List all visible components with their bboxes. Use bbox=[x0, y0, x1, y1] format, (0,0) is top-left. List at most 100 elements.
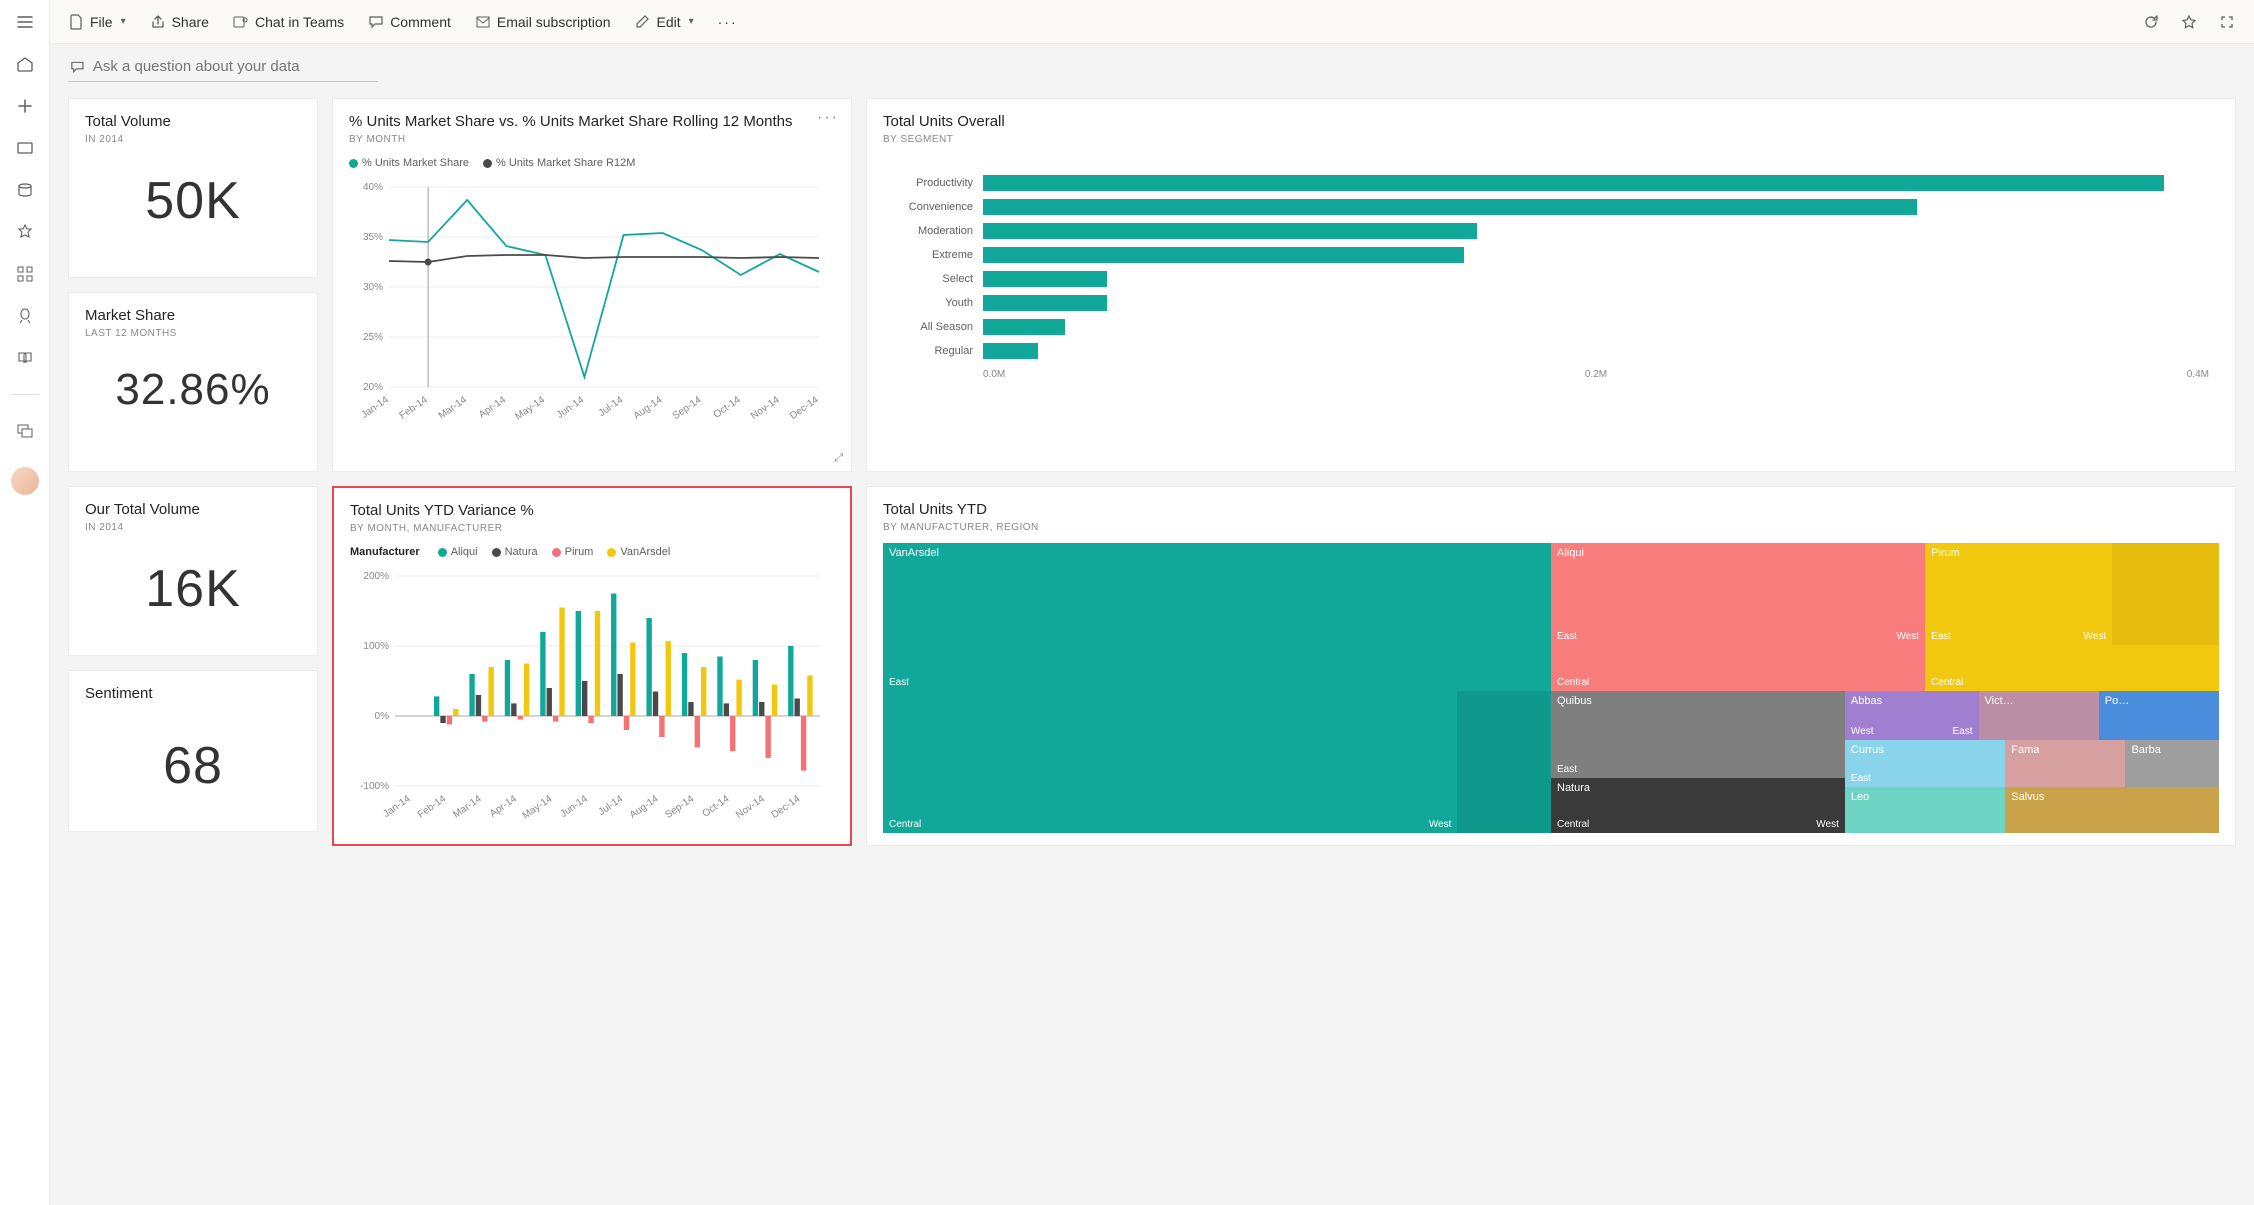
svg-text:Mar-14: Mar-14 bbox=[451, 793, 484, 820]
treemap-cell[interactable]: CentralWest bbox=[883, 691, 1457, 833]
svg-text:Dec-14: Dec-14 bbox=[770, 793, 803, 821]
svg-text:Jun-14: Jun-14 bbox=[555, 394, 587, 421]
action-bar: File ▾ Share Chat in Teams Comment Email… bbox=[50, 0, 2254, 44]
tile-hbar-chart[interactable]: Total Units Overall BY SEGMENT Productiv… bbox=[866, 98, 2236, 472]
hbar-label: Regular bbox=[883, 345, 973, 357]
treemap-cell[interactable]: Central bbox=[1551, 645, 1925, 691]
chart-title: % Units Market Share vs. % Units Market … bbox=[349, 113, 835, 130]
tile-menu-icon[interactable]: ··· bbox=[817, 109, 839, 127]
svg-text:Jan-14: Jan-14 bbox=[381, 793, 413, 820]
treemap-cell[interactable] bbox=[2112, 543, 2219, 645]
treemap-cell[interactable]: AliquiEastWest bbox=[1551, 543, 1925, 645]
svg-text:Aug-14: Aug-14 bbox=[632, 394, 665, 422]
axis-tick: 0.2M bbox=[1585, 369, 1607, 380]
deployment-icon[interactable] bbox=[15, 306, 35, 326]
axis-tick: 0.0M bbox=[983, 369, 1005, 380]
variance-chart-area: -100%0%100%200%Jan-14Feb-14Mar-14Apr-14M… bbox=[350, 566, 834, 829]
tile-treemap[interactable]: Total Units YTD BY MANUFACTURER, REGION … bbox=[866, 486, 2236, 846]
treemap-cell[interactable]: Po… bbox=[2099, 691, 2219, 740]
svg-text:Nov-14: Nov-14 bbox=[734, 793, 767, 821]
chat-label: Chat in Teams bbox=[255, 14, 344, 30]
comment-label: Comment bbox=[390, 14, 451, 30]
hbar-row: Productivity bbox=[883, 171, 2219, 195]
treemap-cell[interactable]: VanArsdelEast bbox=[883, 543, 1551, 691]
legend-title: Manufacturer bbox=[350, 546, 420, 558]
treemap-cell[interactable]: Vict… bbox=[1979, 691, 2099, 740]
home-icon[interactable] bbox=[15, 54, 35, 74]
fullscreen-icon[interactable] bbox=[2218, 13, 2236, 31]
card-value: 16K bbox=[85, 559, 301, 619]
treemap-cell[interactable]: Fama bbox=[2005, 740, 2125, 786]
svg-text:Feb-14: Feb-14 bbox=[416, 793, 449, 820]
card-value: 32.86% bbox=[85, 365, 301, 415]
legend-item: VanArsdel bbox=[620, 546, 670, 558]
svg-text:Nov-14: Nov-14 bbox=[749, 394, 782, 422]
chat-teams-button[interactable]: Chat in Teams bbox=[233, 14, 344, 30]
tile-sentiment[interactable]: Sentiment 68 bbox=[68, 670, 318, 832]
treemap-cell[interactable]: AbbasWestEast bbox=[1845, 691, 1979, 740]
hbar-label: Select bbox=[883, 273, 973, 285]
learn-icon[interactable] bbox=[15, 348, 35, 368]
tile-market-share[interactable]: Market Share LAST 12 MONTHS 32.86% bbox=[68, 292, 318, 472]
svg-text:Dec-14: Dec-14 bbox=[788, 394, 821, 422]
favorite-icon[interactable] bbox=[2180, 13, 2198, 31]
svg-text:Apr-14: Apr-14 bbox=[488, 793, 519, 819]
treemap-cell[interactable]: NaturaCentralWest bbox=[1551, 778, 1845, 833]
browse-icon[interactable] bbox=[15, 138, 35, 158]
chart-title: Total Units Overall bbox=[883, 113, 2219, 130]
avatar[interactable] bbox=[11, 467, 39, 495]
apps-icon[interactable] bbox=[15, 264, 35, 284]
card-title: Our Total Volume bbox=[85, 501, 301, 518]
hbar-row: Youth bbox=[883, 291, 2219, 315]
share-label: Share bbox=[172, 14, 209, 30]
chart-title: Total Units YTD bbox=[883, 501, 2219, 518]
chart-subtitle: BY SEGMENT bbox=[883, 134, 2219, 145]
card-subtitle: IN 2014 bbox=[85, 134, 301, 145]
tile-our-total-volume[interactable]: Our Total Volume IN 2014 16K bbox=[68, 486, 318, 656]
tile-line-chart[interactable]: ··· % Units Market Share vs. % Units Mar… bbox=[332, 98, 852, 472]
tile-variance-chart[interactable]: Total Units YTD Variance % BY MONTH, MAN… bbox=[332, 486, 852, 846]
chart-legend: % Units Market Share % Units Market Shar… bbox=[349, 157, 835, 169]
chevron-down-icon: ▾ bbox=[121, 16, 126, 27]
card-value: 50K bbox=[85, 171, 301, 231]
svg-text:May-14: May-14 bbox=[513, 394, 547, 422]
svg-text:40%: 40% bbox=[363, 182, 383, 193]
svg-text:20%: 20% bbox=[363, 382, 383, 393]
comment-button[interactable]: Comment bbox=[368, 14, 451, 30]
file-menu[interactable]: File ▾ bbox=[68, 14, 126, 30]
svg-text:May-14: May-14 bbox=[521, 793, 555, 821]
more-actions-button[interactable]: ··· bbox=[718, 14, 738, 30]
treemap-cell[interactable]: Leo bbox=[1845, 787, 2005, 833]
treemap-cell[interactable]: Central bbox=[1925, 645, 2219, 691]
refresh-icon[interactable] bbox=[2142, 13, 2160, 31]
plus-icon[interactable] bbox=[15, 96, 35, 116]
treemap-cell[interactable]: Salvus bbox=[2005, 787, 2219, 833]
treemap-cell[interactable]: QuibusEast bbox=[1551, 691, 1845, 778]
data-hub-icon[interactable] bbox=[15, 180, 35, 200]
qna-input[interactable] bbox=[68, 54, 378, 82]
treemap-cell[interactable] bbox=[1457, 691, 1551, 833]
email-subscription-button[interactable]: Email subscription bbox=[475, 14, 611, 30]
tile-total-volume[interactable]: Total Volume IN 2014 50K bbox=[68, 98, 318, 278]
treemap-cell[interactable]: CurrusEast bbox=[1845, 740, 2005, 786]
qna-text-input[interactable] bbox=[93, 58, 376, 75]
svg-text:100%: 100% bbox=[363, 641, 389, 652]
nav-divider bbox=[11, 394, 39, 395]
workspaces-icon[interactable] bbox=[15, 421, 35, 441]
svg-text:Oct-14: Oct-14 bbox=[712, 394, 743, 420]
treemap-cell[interactable]: Barba bbox=[2125, 740, 2219, 786]
chart-title: Total Units YTD Variance % bbox=[350, 502, 834, 519]
focus-mode-icon[interactable]: ⤢ bbox=[834, 452, 843, 465]
share-button[interactable]: Share bbox=[150, 14, 209, 30]
hamburger-icon[interactable] bbox=[15, 12, 35, 32]
svg-text:Jul-14: Jul-14 bbox=[597, 394, 626, 419]
chat-icon bbox=[70, 59, 85, 75]
treemap-area: VanArsdelEast CentralWest AliquiEastWest… bbox=[883, 543, 2219, 833]
edit-menu[interactable]: Edit ▾ bbox=[634, 14, 693, 30]
metrics-icon[interactable] bbox=[15, 222, 35, 242]
hbar-label: Convenience bbox=[883, 201, 973, 213]
svg-text:Sep-14: Sep-14 bbox=[663, 793, 696, 821]
chart-subtitle: BY MANUFACTURER, REGION bbox=[883, 522, 2219, 533]
treemap-cell[interactable]: PirumEastWest bbox=[1925, 543, 2112, 645]
legend-item: Natura bbox=[505, 546, 538, 558]
